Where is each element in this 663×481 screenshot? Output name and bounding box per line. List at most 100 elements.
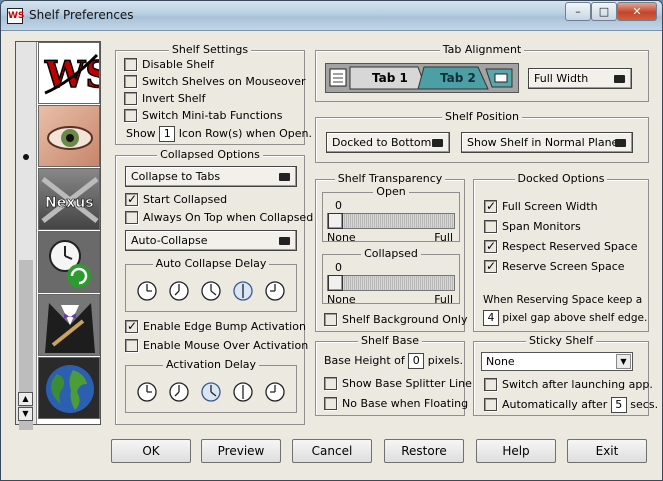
shelf-plane-dropdown[interactable]: Show Shelf in Normal Plane [461, 132, 633, 153]
always-on-top-option[interactable]: Always On Top when Collapsed [125, 211, 313, 224]
gap-text-2: pixel gap above shelf edge. [502, 312, 648, 324]
sticky-shelf-select[interactable]: None ▼ [481, 352, 633, 371]
no-base-option[interactable]: No Base when Floating [324, 397, 468, 410]
edge-bump-checkbox[interactable] [125, 320, 138, 333]
shelf-preferences-window: WS Shelf Preferences – □ ✕ ▲ ▼ WS [0, 0, 663, 481]
always-on-top-checkbox[interactable] [125, 211, 138, 224]
sticky-shelf-group: Sticky Shelf None ▼ Switch after launchi… [473, 334, 658, 416]
docked-options-title: Docked Options [514, 172, 608, 185]
scroll-down-icon[interactable]: ▼ [18, 407, 33, 421]
switch-shelves-option[interactable]: Switch Shelves on Mouseover [124, 75, 306, 88]
respect-reserved-checkbox[interactable] [484, 240, 497, 253]
tab-minimize-icon [494, 73, 508, 83]
invert-shelf-option[interactable]: Invert Shelf [124, 92, 205, 105]
mouse-over-checkbox[interactable] [125, 339, 138, 352]
icon-rows-input[interactable]: 1 [159, 126, 176, 142]
tab-alignment-title: Tab Alignment [439, 43, 525, 56]
delay-clock-selected-icon [201, 382, 221, 402]
collapsed-transparency-slider[interactable] [327, 275, 455, 291]
edge-bump-option[interactable]: Enable Edge Bump Activation [125, 320, 306, 333]
open-transparency-slider[interactable] [327, 213, 455, 229]
window-title: Shelf Preferences [29, 8, 134, 22]
dock-position-dropdown[interactable]: Docked to Bottom [326, 132, 450, 153]
delay-clock-icon [265, 281, 285, 301]
nexus-icon[interactable]: Nexus [38, 168, 100, 230]
globe-icon[interactable] [38, 357, 100, 419]
delay-clock-icon [265, 382, 285, 402]
sidebar-scrollbar[interactable]: ▲ ▼ [16, 42, 37, 430]
minimize-button[interactable]: – [565, 2, 591, 21]
collapsed-options-title: Collapsed Options [157, 148, 263, 161]
delay-clock-icon [169, 382, 189, 402]
start-collapsed-option[interactable]: Start Collapsed [125, 193, 227, 206]
open-transparency-value: 0 [335, 199, 342, 212]
switch-after-checkbox[interactable] [484, 378, 497, 391]
exit-button[interactable]: Exit [567, 439, 647, 463]
shelf-transparency-title: Shelf Transparency [334, 172, 446, 185]
ok-button[interactable]: OK [111, 439, 191, 463]
base-height-input[interactable]: 0 [408, 353, 425, 369]
category-sidebar: ▲ ▼ WS Nexus [15, 41, 101, 430]
disable-shelf-option[interactable]: Disable Shelf [124, 58, 214, 71]
tab-2-label[interactable]: Tab 2 [440, 71, 476, 85]
gap-value-input[interactable]: 4 [483, 310, 499, 326]
collapsed-transparency-thumb[interactable] [328, 275, 343, 291]
mini-tab-option[interactable]: Switch Mini-tab Functions [124, 109, 282, 122]
help-button[interactable]: Help [476, 439, 556, 463]
ws-logo-icon[interactable]: WS [38, 42, 100, 104]
splitter-line-checkbox[interactable] [324, 377, 337, 390]
auto-collapse-delay-panel: Auto Collapse Delay [125, 257, 297, 312]
auto-switch-seconds-input[interactable]: 5 [610, 397, 627, 413]
open-transparency-thumb[interactable] [328, 213, 343, 229]
collapsed-options-group: Collapsed Options Collapse to Tabs Start… [115, 148, 313, 425]
shelf-settings-group: Shelf Settings Disable Shelf Switch Shel… [115, 43, 312, 145]
scroll-indicator [23, 154, 29, 160]
gap-text-1: When Reserving Space keep a [483, 294, 643, 306]
shelf-settings-title: Shelf Settings [168, 43, 252, 56]
auto-switch-label: Automatically after [502, 398, 608, 411]
clock-recycle-icon[interactable] [38, 231, 100, 293]
maximize-button[interactable]: □ [591, 2, 617, 21]
scroll-up-icon[interactable]: ▲ [18, 392, 33, 406]
chevron-down-icon[interactable]: ▼ [616, 354, 631, 369]
reserve-screen-option[interactable]: Reserve Screen Space [484, 260, 625, 273]
collapsed-transparency-panel: Collapsed 0 None Full [322, 247, 460, 306]
splitter-line-option[interactable]: Show Base Splitter Line [324, 377, 472, 390]
collapse-mode-dropdown[interactable]: Collapse to Tabs [125, 166, 297, 187]
full-screen-width-checkbox[interactable] [484, 200, 497, 213]
disable-shelf-checkbox[interactable] [124, 58, 137, 71]
reserve-screen-checkbox[interactable] [484, 260, 497, 273]
restore-button[interactable]: Restore [384, 439, 464, 463]
close-button[interactable]: ✕ [617, 2, 657, 21]
open-transparency-panel: Open 0 None Full [322, 185, 460, 244]
invert-shelf-checkbox[interactable] [124, 92, 137, 105]
app-icon: WS [7, 8, 24, 24]
tab-width-dropdown[interactable]: Full Width [528, 68, 632, 89]
auto-switch-checkbox[interactable] [484, 398, 497, 411]
respect-reserved-option[interactable]: Respect Reserved Space [484, 240, 637, 253]
mini-tab-checkbox[interactable] [124, 109, 137, 122]
open-transparency-title: Open [373, 185, 409, 198]
eye-icon[interactable] [38, 105, 100, 167]
start-collapsed-checkbox[interactable] [125, 193, 138, 206]
background-only-option[interactable]: Shelf Background Only [324, 313, 467, 326]
tab-1-label[interactable]: Tab 1 [372, 71, 408, 85]
tuxedo-icon[interactable] [38, 294, 100, 356]
no-base-checkbox[interactable] [324, 397, 337, 410]
auto-collapse-delay-clocks[interactable] [126, 267, 296, 311]
background-only-checkbox[interactable] [324, 313, 337, 326]
preview-button[interactable]: Preview [201, 439, 281, 463]
mouse-over-option[interactable]: Enable Mouse Over Activation [125, 339, 308, 352]
delay-clock-selected-icon [233, 281, 253, 301]
cancel-button[interactable]: Cancel [292, 439, 372, 463]
gap-setting: 4 pixel gap above shelf edge. [483, 310, 647, 326]
span-monitors-checkbox[interactable] [484, 220, 497, 233]
full-screen-width-option[interactable]: Full Screen Width [484, 200, 598, 213]
switch-shelves-checkbox[interactable] [124, 75, 137, 88]
switch-after-option[interactable]: Switch after launching app. [484, 378, 653, 391]
span-monitors-option[interactable]: Span Monitors [484, 220, 581, 233]
auto-collapse-dropdown[interactable]: Auto-Collapse [125, 230, 297, 251]
collapsed-transparency-title: Collapsed [361, 247, 421, 260]
delay-clock-icon [137, 281, 157, 301]
activation-delay-clocks[interactable] [126, 368, 296, 412]
